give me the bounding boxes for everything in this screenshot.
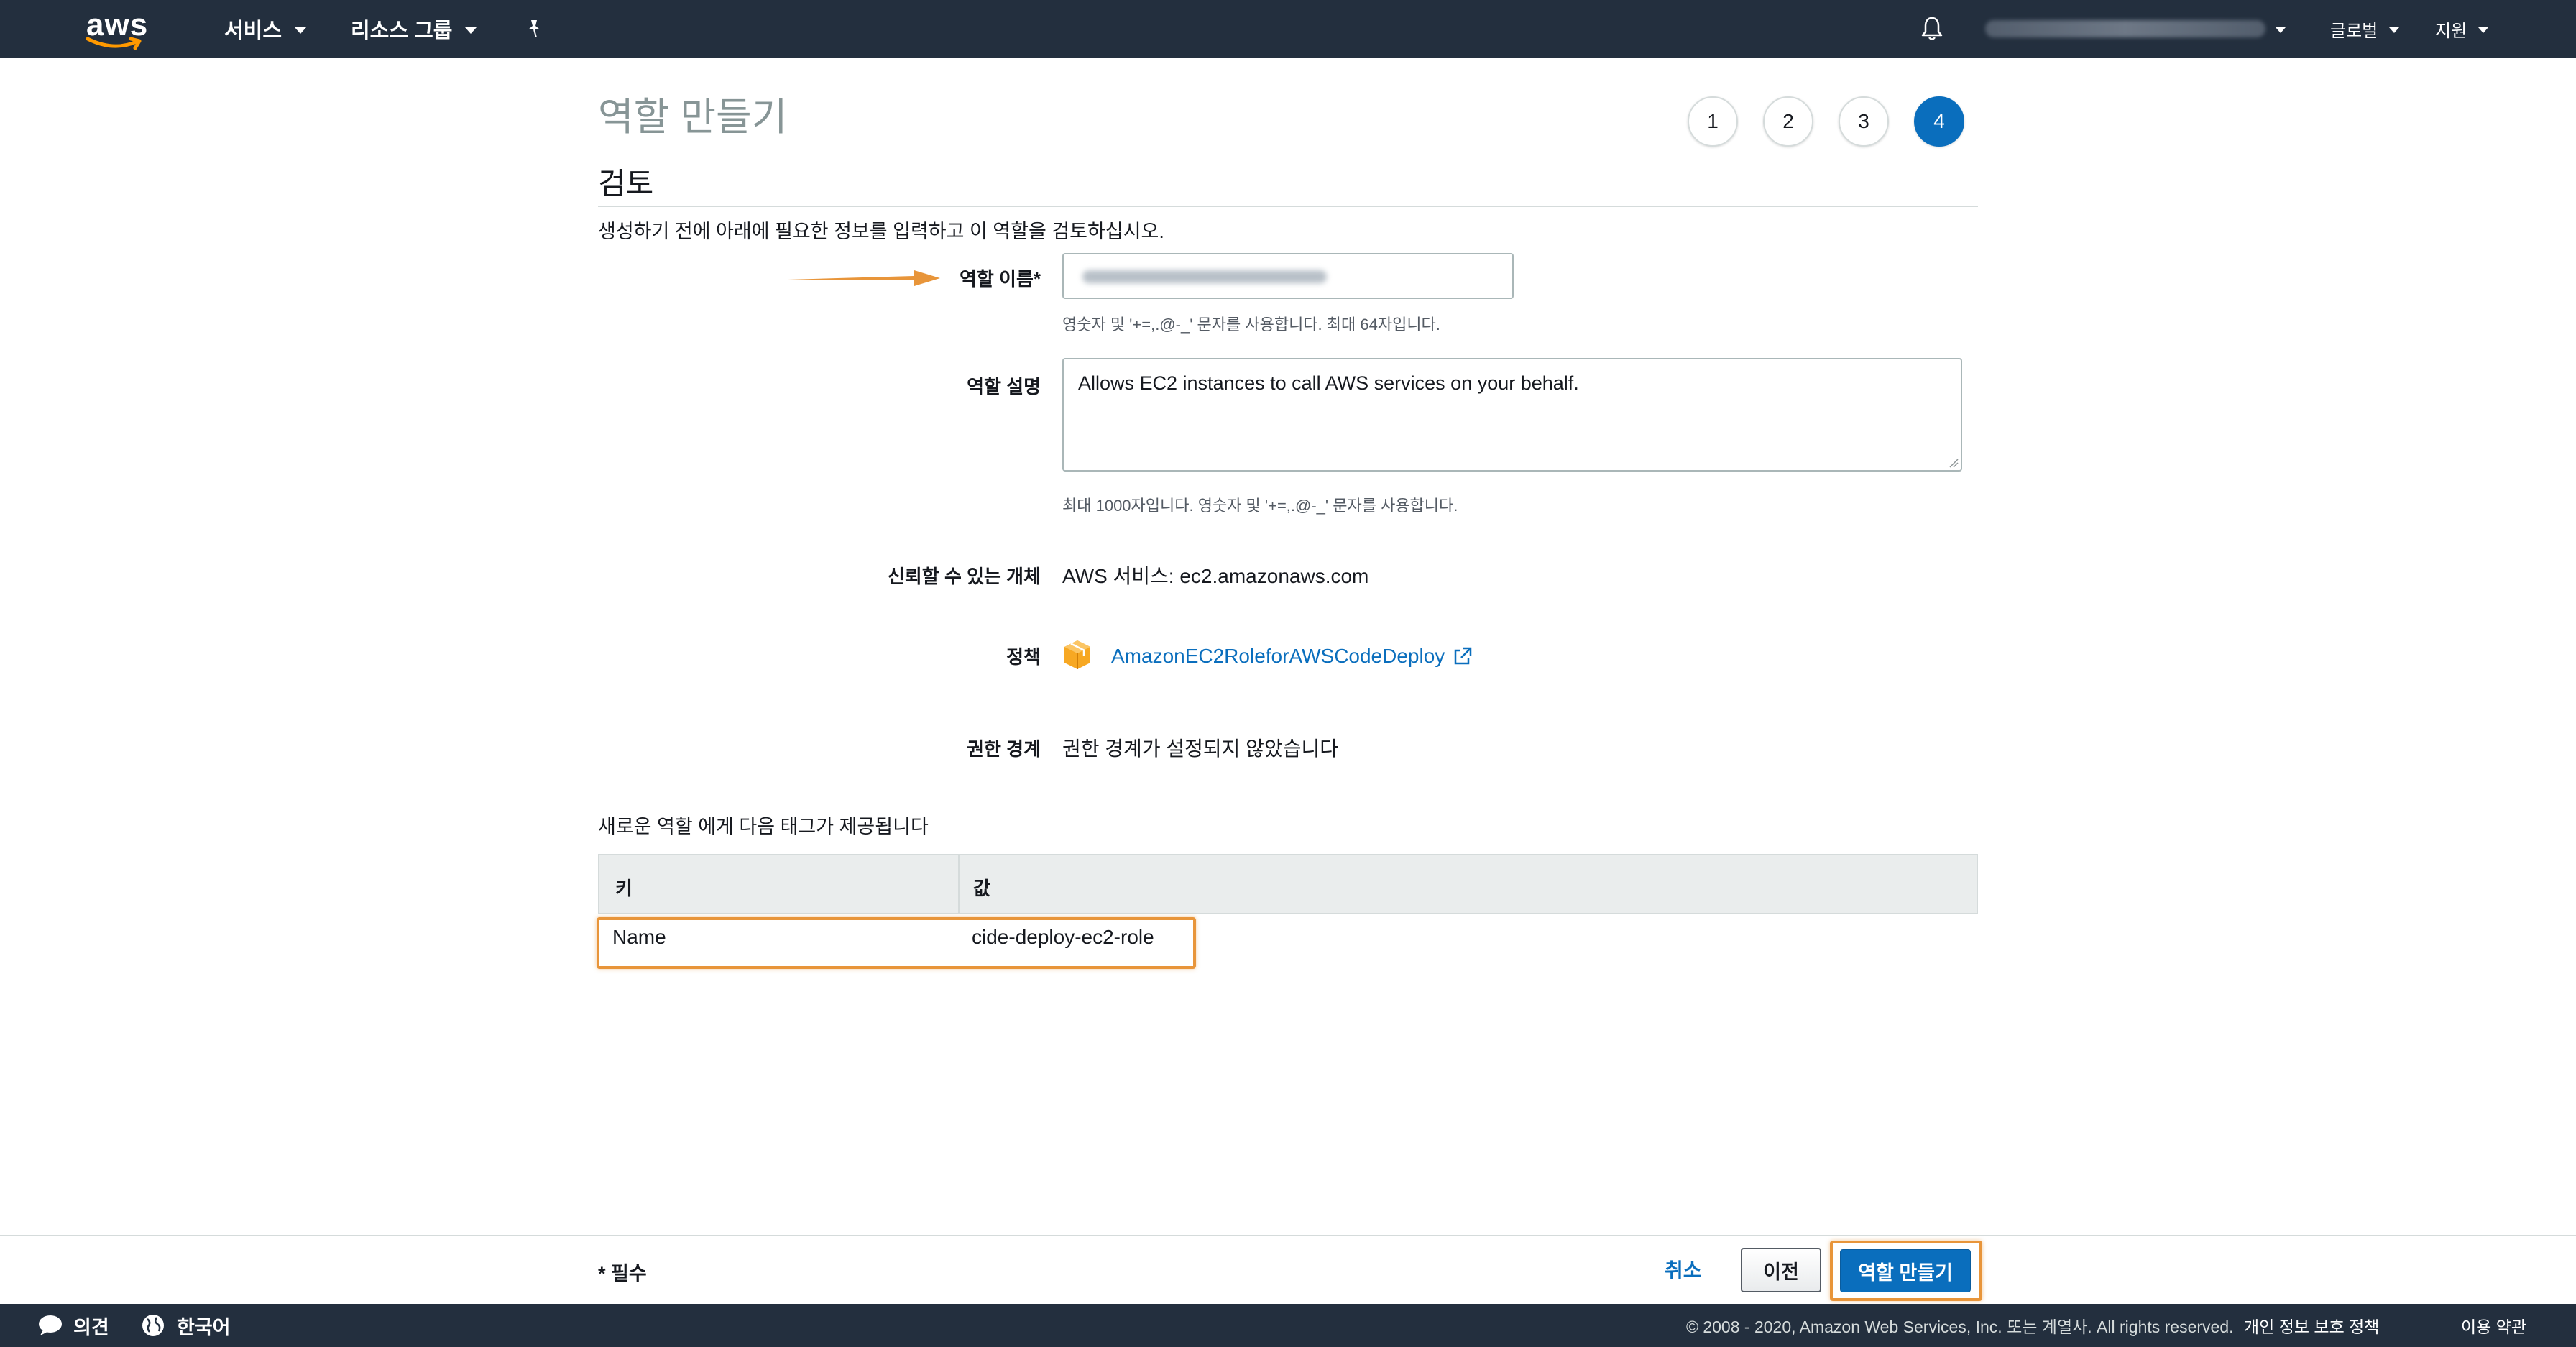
- account-menu[interactable]: [1985, 20, 2266, 37]
- tag-key-header: 키: [615, 878, 632, 899]
- support-menu[interactable]: 지원: [2435, 0, 2489, 58]
- page-title: 역할 만들기: [598, 96, 788, 139]
- language-selector[interactable]: 한국어: [141, 1304, 231, 1347]
- top-navigation-bar: aws 서비스 리소스 그룹 글로벌 지원: [0, 0, 2576, 58]
- copyright-text: © 2008 - 2020, Amazon Web Services, Inc.…: [1686, 1318, 2234, 1336]
- column-divider: [958, 855, 960, 913]
- services-label: 서비스: [224, 19, 282, 42]
- chevron-down-icon: [465, 27, 477, 34]
- trusted-entities-value: AWS 서비스: ec2.amazonaws.com: [1062, 565, 1369, 587]
- arrow-annotation-icon: [788, 270, 940, 286]
- step-2[interactable]: 2: [1763, 96, 1813, 147]
- permissions-boundary-value: 권한 경계가 설정되지 않았습니다: [1062, 737, 1338, 760]
- permissions-boundary-label: 권한 경계: [967, 738, 1041, 760]
- globe-icon: [142, 1315, 164, 1336]
- resource-groups-menu[interactable]: 리소스 그룹: [351, 0, 477, 58]
- terms-of-use-link[interactable]: 이용 약관: [2461, 1304, 2526, 1347]
- privacy-policy-link[interactable]: 개인 정보 보호 정책: [2244, 1304, 2379, 1347]
- resource-groups-label: 리소스 그룹: [351, 19, 453, 42]
- role-description-textarea[interactable]: Allows EC2 instances to call AWS service…: [1062, 358, 1962, 472]
- required-note: * 필수: [598, 1263, 647, 1284]
- section-title: 검토: [598, 167, 654, 201]
- policy-link-text: AmazonEC2RoleforAWSCodeDeploy: [1111, 645, 1445, 667]
- trusted-entities-label: 신뢰할 수 있는 개체: [887, 566, 1041, 587]
- region-menu[interactable]: 글로벌: [2330, 0, 2400, 58]
- feedback-link[interactable]: 의견: [37, 1304, 109, 1347]
- role-name-hint: 영숫자 및 '+=,.@-_' 문자를 사용합니다. 최대 64자입니다.: [1062, 316, 1440, 334]
- role-name-input[interactable]: [1062, 253, 1514, 299]
- account-dropdown[interactable]: [2276, 0, 2286, 58]
- speech-bubble-icon: [39, 1315, 62, 1335]
- feedback-label: 의견: [73, 1316, 109, 1338]
- policy-link[interactable]: AmazonEC2RoleforAWSCodeDeploy: [1111, 645, 1473, 668]
- divider: [598, 206, 1978, 207]
- chevron-down-icon: [2276, 27, 2286, 33]
- language-label: 한국어: [177, 1316, 231, 1338]
- pushpin-icon[interactable]: [525, 0, 543, 58]
- tags-intro: 새로운 역할 에게 다음 태그가 제공됩니다: [598, 816, 929, 837]
- action-bar: * 필수 취소 이전 역할 만들기: [0, 1235, 2576, 1304]
- chevron-down-icon: [2478, 27, 2489, 33]
- tag-value-header: 값: [973, 878, 990, 899]
- role-name-value-redacted: [1082, 270, 1327, 283]
- support-label: 지원: [2435, 21, 2467, 41]
- external-link-icon: [1455, 647, 1472, 665]
- chevron-down-icon: [295, 27, 307, 34]
- services-menu[interactable]: 서비스: [224, 0, 307, 58]
- footer: 의견 한국어 © 2008 - 2020, Amazon Web Service…: [0, 1304, 2576, 1347]
- role-description-label: 역할 설명: [967, 376, 1041, 397]
- aws-logo[interactable]: aws: [85, 7, 150, 50]
- resize-handle-icon[interactable]: [1949, 458, 1959, 468]
- bell-icon[interactable]: [1920, 0, 1944, 58]
- tag-row-highlight: [597, 917, 1196, 969]
- region-label: 글로벌: [2330, 21, 2378, 41]
- cancel-button[interactable]: 취소: [1665, 1255, 1702, 1284]
- step-3[interactable]: 3: [1839, 96, 1889, 147]
- step-1[interactable]: 1: [1688, 96, 1738, 147]
- policy-label: 정책: [1006, 646, 1041, 668]
- chevron-down-icon: [2389, 27, 2400, 33]
- create-role-button[interactable]: 역할 만들기: [1840, 1249, 1971, 1292]
- tags-table-header: 키 값: [598, 854, 1978, 914]
- role-description-value: Allows EC2 instances to call AWS service…: [1078, 372, 1579, 394]
- intro-text: 생성하기 전에 아래에 필요한 정보를 입력하고 이 역할을 검토하십시오.: [598, 221, 1164, 242]
- previous-button[interactable]: 이전: [1741, 1248, 1821, 1292]
- policy-box-icon: [1064, 640, 1090, 669]
- role-description-hint: 최대 1000자입니다. 영숫자 및 '+=,.@-_' 문자를 사용합니다.: [1062, 497, 1458, 515]
- aws-smile-icon: [86, 37, 142, 50]
- step-4-active[interactable]: 4: [1914, 96, 1964, 147]
- role-name-label: 역할 이름*: [959, 268, 1041, 290]
